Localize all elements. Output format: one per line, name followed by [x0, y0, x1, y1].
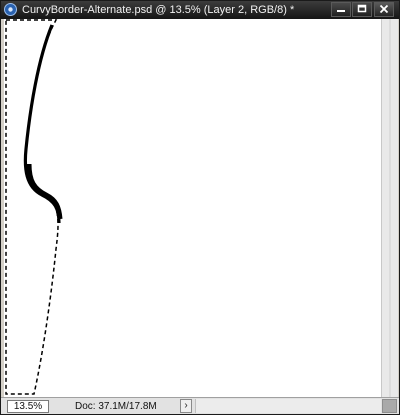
photoshop-icon[interactable]: [4, 3, 17, 16]
close-icon: [379, 1, 389, 19]
curvy-border-shadow: [26, 163, 63, 220]
horizontal-scrollbar[interactable]: [195, 399, 381, 413]
title-bar[interactable]: CurvyBorder-Alternate.psd @ 13.5% (Layer…: [1, 1, 399, 19]
vertical-scrollbar[interactable]: [381, 19, 398, 397]
status-menu-button[interactable]: ›: [180, 399, 192, 413]
maximize-icon: [357, 1, 367, 19]
document-size-info: Doc: 37.1M/17.8M: [75, 401, 157, 412]
minimize-icon: [336, 1, 346, 19]
canvas-artwork: [5, 19, 63, 395]
minimize-button[interactable]: [331, 2, 351, 17]
document-canvas[interactable]: [4, 19, 381, 397]
zoom-level-field[interactable]: 13.5%: [7, 400, 49, 413]
window-title: CurvyBorder-Alternate.psd @ 13.5% (Layer…: [22, 4, 295, 16]
scrollbar-track: [389, 19, 391, 397]
selection-marquee: [5, 19, 59, 395]
document-window: CurvyBorder-Alternate.psd @ 13.5% (Layer…: [0, 0, 400, 415]
chevron-right-icon: ›: [184, 400, 188, 411]
close-button[interactable]: [374, 2, 394, 17]
status-bar: 13.5% Doc: 37.1M/17.8M ›: [1, 397, 399, 414]
scroll-corner: [382, 399, 397, 413]
maximize-button[interactable]: [352, 2, 372, 17]
